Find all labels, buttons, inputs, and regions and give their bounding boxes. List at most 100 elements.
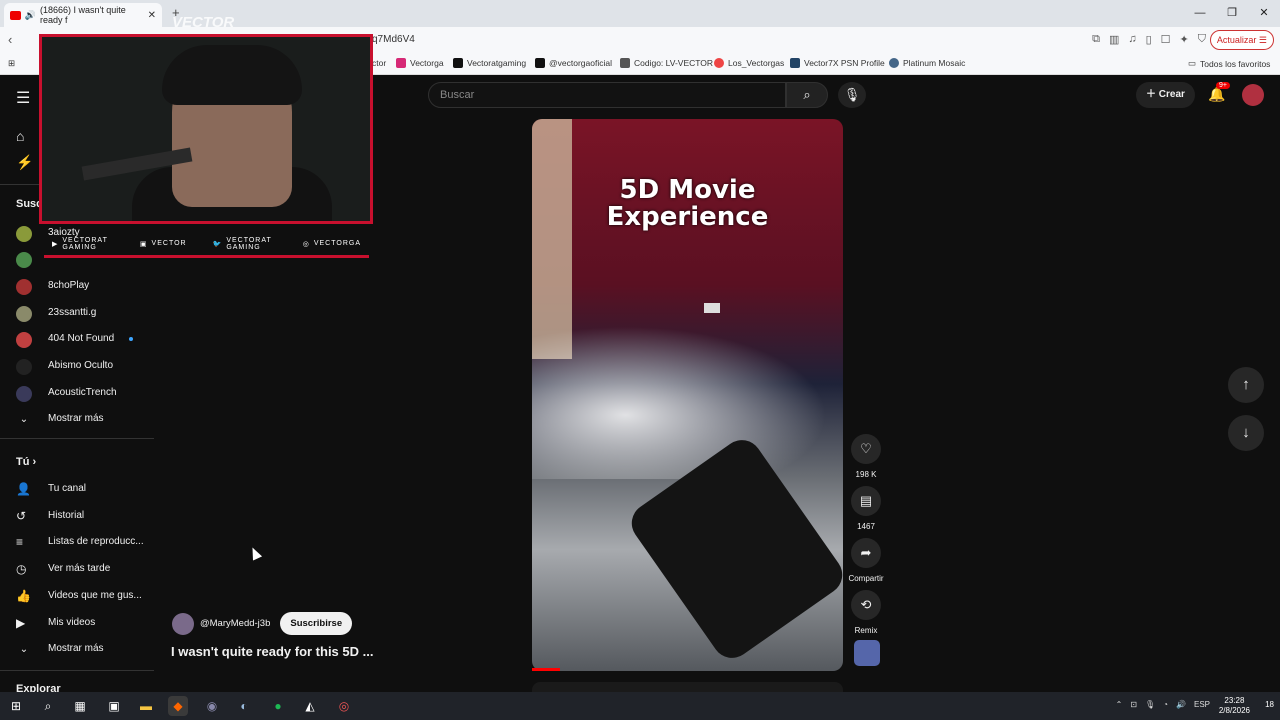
video-overlay-title: 5D Movie Experience: [606, 175, 769, 232]
mic-icon: 🎙: [843, 87, 861, 102]
back-icon[interactable]: ‹: [8, 32, 12, 47]
task-view-icon[interactable]: ▦: [70, 696, 90, 716]
wifi-icon[interactable]: ◔: [1163, 700, 1168, 709]
maximize-button[interactable]: ❐: [1216, 0, 1248, 27]
show-more-subscriptions[interactable]: ⌄ Mostrar más: [0, 406, 154, 432]
bookmark-item[interactable]: Codigo: LV-VECTOR: [620, 58, 713, 68]
subscription-item[interactable]: Abismo Oculto: [0, 353, 154, 379]
bookmark-item[interactable]: Vectoratgaming: [453, 58, 526, 68]
notification-badge: 9+: [1216, 82, 1230, 89]
next-short-button[interactable]: ↓: [1228, 415, 1264, 451]
history-icon: ↺: [16, 509, 27, 523]
vpn-icon[interactable]: ⛉: [1198, 33, 1206, 46]
mouse-cursor: [247, 545, 263, 561]
social-strip: ▶ VECTORAT GAMING ▣ VECTOR 🐦 VECTORAT GAMIN…: [44, 232, 369, 258]
bookmark-item[interactable]: Vectorga: [396, 58, 444, 68]
chevron-up-icon[interactable]: ⌃: [1116, 700, 1123, 709]
subscription-item[interactable]: 23ssantti.g: [0, 300, 154, 326]
reading-icon[interactable]: ☐: [1161, 33, 1171, 46]
close-window-button[interactable]: ✕: [1248, 0, 1280, 27]
thumbs-up-icon: 👍: [16, 589, 31, 603]
comment-action[interactable]: ▤ 1467: [848, 486, 884, 531]
psn-icon: [790, 58, 800, 68]
sound-avatar[interactable]: [854, 640, 880, 666]
clock[interactable]: 23:28 2/8/2026: [1219, 696, 1250, 716]
spotify-icon[interactable]: ●: [268, 696, 288, 716]
sidebar-item-my-videos[interactable]: ▶ Mis videos: [0, 610, 154, 636]
tab-title: (18666) I wasn't quite ready f: [39, 5, 126, 25]
split-view-icon[interactable]: ▯: [1146, 33, 1152, 46]
show-more-you[interactable]: ⌄ Mostrar más: [0, 636, 154, 662]
remix-action[interactable]: ⟲ Remix: [848, 590, 884, 635]
subscribe-button[interactable]: Suscribirse: [280, 612, 353, 635]
steam-icon[interactable]: ◐: [234, 696, 254, 716]
extensions-icon[interactable]: ⧉: [1092, 33, 1100, 46]
browser-tab-active[interactable]: 🔊 (18666) I wasn't quite ready f ✕: [4, 3, 162, 27]
you-header[interactable]: Tú ›: [16, 456, 36, 468]
create-button[interactable]: ＋ Crear: [1136, 82, 1195, 108]
sidebar-item-liked[interactable]: 👍 Videos que me gus...: [0, 583, 154, 609]
close-tab-icon[interactable]: ✕: [148, 10, 156, 21]
channel-avatar: [16, 252, 32, 268]
share-action[interactable]: ➦ Compartir: [848, 538, 884, 583]
sidebar-item-your-channel[interactable]: 👤 Tu canal: [0, 476, 154, 502]
social-youtube: ▶ VECTORAT GAMING: [52, 236, 108, 251]
reddit-icon: [714, 58, 724, 68]
file-explorer-icon[interactable]: ▬: [136, 696, 156, 716]
notification-count[interactable]: 18: [1265, 700, 1274, 709]
channel-avatar[interactable]: [172, 612, 194, 635]
arrow-up-icon: ↑: [1242, 376, 1250, 393]
sidebar-item-playlists[interactable]: ≡ Listas de reproducc...: [0, 529, 154, 555]
short-video-player[interactable]: 5D Movie Experience: [532, 119, 843, 671]
heart-icon[interactable]: ♡: [851, 434, 881, 464]
start-icon[interactable]: ⊞: [6, 696, 26, 716]
bookmark-item[interactable]: Platinum Mosaic: [889, 58, 965, 68]
youtube-icon: [10, 10, 21, 20]
comment-icon[interactable]: ▤: [851, 486, 881, 516]
twitch-icon: ▣: [139, 240, 148, 248]
sidebar-icon[interactable]: ▥: [1109, 33, 1119, 46]
url-field[interactable]: q7Md6V4: [372, 34, 415, 45]
bookmark-item[interactable]: ctor: [372, 58, 386, 68]
brave-browser-icon[interactable]: ◆: [168, 696, 188, 716]
subscription-item[interactable]: 8choPlay: [0, 273, 154, 299]
search-input[interactable]: Buscar: [428, 82, 786, 108]
network-icon[interactable]: ⊡: [1130, 700, 1137, 709]
update-button[interactable]: Actualizar ☰: [1209, 30, 1274, 50]
search-button[interactable]: ⌕: [786, 82, 828, 108]
voice-search-button[interactable]: 🎙: [838, 82, 866, 108]
bookmark-item[interactable]: @vectorgaoficial: [535, 58, 612, 68]
sidebar-item-watch-later[interactable]: ◷ Ver más tarde: [0, 556, 154, 582]
like-action[interactable]: ♡ 198 K: [848, 434, 884, 479]
video-title[interactable]: I wasn't quite ready for this 5D ...: [171, 644, 373, 659]
ai-icon[interactable]: ✦: [1180, 33, 1189, 46]
apps-icon[interactable]: ⊞: [8, 58, 15, 69]
app-icon[interactable]: ◭: [300, 696, 320, 716]
channel-handle[interactable]: @MaryMedd-j3b: [200, 618, 270, 629]
subscription-item[interactable]: AcousticTrench: [0, 380, 154, 406]
search-icon[interactable]: ⌕: [38, 696, 58, 716]
obs-icon[interactable]: ◎: [334, 696, 354, 716]
bookmark-item[interactable]: Vector7X PSN Profile: [790, 58, 885, 68]
language-indicator[interactable]: ESP: [1194, 700, 1210, 709]
remix-icon[interactable]: ⟲: [851, 590, 881, 620]
sidebar-item-history[interactable]: ↺ Historial: [0, 503, 154, 529]
playlist-icon: ≡: [16, 535, 24, 549]
shorts-icon[interactable]: ⚡: [16, 154, 33, 171]
app-icon[interactable]: ▣: [104, 696, 124, 716]
social-instagram: ◎ VECTORGA: [302, 240, 361, 248]
all-favorites[interactable]: ▭ Todos los favoritos: [1188, 58, 1270, 69]
subscription-item[interactable]: 404 Not Found: [0, 326, 154, 352]
discord-icon[interactable]: ◉: [202, 696, 222, 716]
share-icon[interactable]: ➦: [851, 538, 881, 568]
minimize-button[interactable]: —: [1184, 0, 1216, 27]
volume-icon[interactable]: 🔊: [1176, 700, 1186, 709]
home-icon[interactable]: ⌂: [16, 128, 24, 144]
mic-icon[interactable]: 🎙: [1145, 700, 1155, 709]
previous-short-button[interactable]: ↑: [1228, 367, 1264, 403]
account-avatar[interactable]: [1242, 84, 1264, 106]
bookmark-item[interactable]: Los_Vectorgas: [714, 58, 784, 68]
video-progress-bar[interactable]: [532, 668, 560, 671]
media-icon[interactable]: ♫: [1128, 33, 1136, 46]
search-icon: ⌕: [803, 87, 811, 102]
